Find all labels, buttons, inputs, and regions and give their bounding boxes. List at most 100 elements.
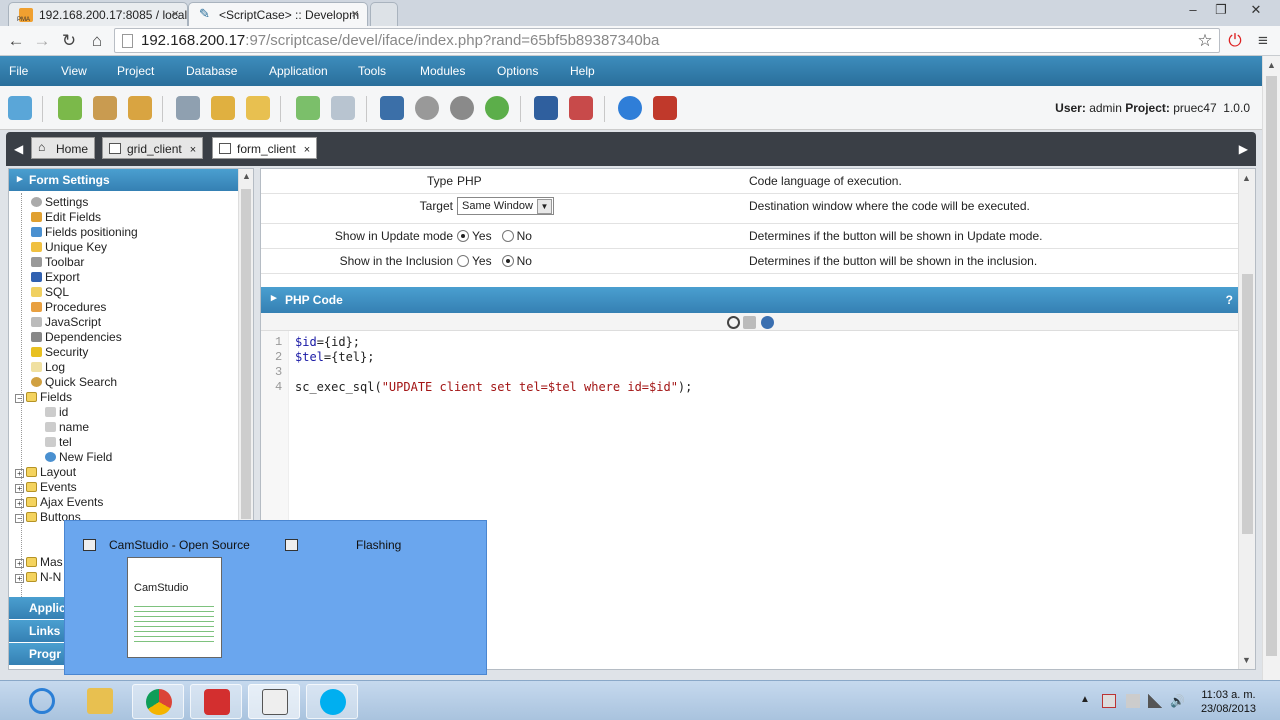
tree-item-security[interactable]: Security xyxy=(31,345,88,360)
chrome-menu-icon[interactable]: ≡ xyxy=(1252,30,1274,52)
menu-view[interactable]: View xyxy=(61,64,87,78)
php-code-header[interactable]: PHP Code ? xyxy=(261,287,1239,313)
tree-item-unique-key[interactable]: Unique Key xyxy=(31,240,107,255)
browser-tab-phpmyadmin[interactable]: PMA 192.168.200.17:8085 / local × xyxy=(8,2,188,26)
scroll-up-icon[interactable]: ▲ xyxy=(242,171,251,181)
form-settings-header[interactable]: Form Settings xyxy=(9,169,239,191)
replace-icon[interactable] xyxy=(743,316,756,329)
tabs-left-arrow-icon[interactable]: ◀ xyxy=(14,142,23,156)
network-icon[interactable] xyxy=(1148,694,1162,708)
taskbar-skype[interactable] xyxy=(306,684,358,719)
target-select[interactable]: Same Window ▼ xyxy=(457,197,554,215)
volume-icon[interactable]: 🔊 xyxy=(1170,694,1185,708)
tab-grid-client[interactable]: grid_client × xyxy=(102,137,204,159)
tree-item-events[interactable]: + Events xyxy=(15,480,77,495)
tree-item-toolbar[interactable]: Toolbar xyxy=(31,255,84,270)
help-icon[interactable] xyxy=(618,96,642,120)
taskbar-chrome[interactable] xyxy=(132,684,184,719)
close-icon[interactable]: × xyxy=(171,6,179,21)
expand-icon[interactable]: + xyxy=(15,484,24,493)
box-icon[interactable] xyxy=(128,96,152,120)
tray-expand-icon[interactable]: ▲ xyxy=(1080,694,1094,708)
bookmark-star-icon[interactable]: ☆ xyxy=(1194,30,1216,52)
taskbar-ie[interactable] xyxy=(16,684,68,719)
preview-window-camstudio[interactable]: CamStudio - Open Source xyxy=(109,538,250,552)
download-icon[interactable] xyxy=(58,96,82,120)
expand-icon[interactable]: + xyxy=(15,559,24,568)
scroll-thumb[interactable] xyxy=(1266,76,1277,656)
inclusion-no-radio[interactable] xyxy=(501,255,514,267)
tree-item-fields[interactable]: − Fields xyxy=(15,390,72,405)
tray-flag-icon[interactable] xyxy=(1102,694,1116,708)
menu-modules[interactable]: Modules xyxy=(420,64,465,78)
update-yes-radio[interactable] xyxy=(457,230,469,242)
taskbar-explorer[interactable] xyxy=(74,684,126,719)
menu-tools[interactable]: Tools xyxy=(358,64,386,78)
inclusion-yes-radio[interactable] xyxy=(457,255,469,267)
tree-item-new-field[interactable]: New Field xyxy=(45,450,112,465)
collapse-icon[interactable]: − xyxy=(15,394,24,403)
tree-item-n-n[interactable]: + N-N xyxy=(15,570,61,585)
tree-item-export[interactable]: Export xyxy=(31,270,80,285)
back-icon[interactable]: ← xyxy=(5,30,27,52)
tree-item-log[interactable]: Log xyxy=(31,360,65,375)
tree-item-sql[interactable]: SQL xyxy=(31,285,69,300)
extension-icon[interactable]: ⏻ xyxy=(1224,30,1246,52)
minimize-icon[interactable]: – xyxy=(1180,2,1206,20)
tree-item-edit-fields[interactable]: Edit Fields xyxy=(31,210,101,225)
generate-icon[interactable] xyxy=(450,96,474,120)
tree-item-ajax-events[interactable]: + Ajax Events xyxy=(15,495,103,510)
menu-application[interactable]: Application xyxy=(269,64,328,78)
system-clock[interactable]: 11:03 a. m. 23/08/2013 xyxy=(1201,688,1256,716)
menu-help[interactable]: Help xyxy=(570,64,595,78)
menu-options[interactable]: Options xyxy=(497,64,538,78)
print-icon[interactable] xyxy=(93,96,117,120)
book-icon[interactable] xyxy=(534,96,558,120)
taskbar-app-red[interactable] xyxy=(190,684,242,719)
reload-icon[interactable]: ↻ xyxy=(58,30,80,52)
help-icon[interactable]: ? xyxy=(1226,293,1233,307)
scroll-thumb[interactable] xyxy=(241,189,251,519)
tray-device-icon[interactable] xyxy=(1126,694,1140,708)
new-tab-button[interactable] xyxy=(370,2,398,26)
update-no-radio[interactable] xyxy=(501,230,514,242)
tree-item-field-id[interactable]: id xyxy=(45,405,68,420)
tree-item-dependencies[interactable]: Dependencies xyxy=(31,330,122,345)
tab-form-client[interactable]: form_client × xyxy=(212,137,318,159)
close-icon[interactable]: × xyxy=(304,144,310,156)
scroll-up-icon[interactable]: ▲ xyxy=(1267,60,1276,70)
menu-file[interactable]: File xyxy=(9,64,28,78)
new-app-icon[interactable] xyxy=(296,96,320,120)
expand-icon[interactable]: + xyxy=(15,574,24,583)
gear-icon[interactable] xyxy=(415,96,439,120)
scroll-down-icon[interactable]: ▼ xyxy=(1242,655,1251,665)
expand-icon[interactable]: + xyxy=(15,469,24,478)
search-icon[interactable] xyxy=(727,316,740,329)
home-icon[interactable]: ⌂ xyxy=(86,30,108,52)
tab-home[interactable]: ⌂ Home xyxy=(31,137,96,159)
home-tool-icon[interactable] xyxy=(8,96,32,120)
taskbar-camstudio[interactable] xyxy=(248,684,300,719)
database-add-icon[interactable] xyxy=(176,96,200,120)
preview-window-flashing[interactable]: Flashing xyxy=(356,538,401,552)
collapse-icon[interactable]: − xyxy=(15,514,24,523)
close-icon[interactable]: × xyxy=(190,144,196,156)
tree-item-layout[interactable]: + Layout xyxy=(15,465,76,480)
edit-icon[interactable] xyxy=(211,96,235,120)
tree-item-javascript[interactable]: JavaScript xyxy=(31,315,101,330)
tree-item-master[interactable]: + Mas xyxy=(15,555,63,570)
content-scrollbar[interactable]: ▲ ▼ xyxy=(1238,169,1255,669)
maximize-icon[interactable]: ❐ xyxy=(1208,2,1234,20)
database-icon[interactable] xyxy=(246,96,270,120)
page-scrollbar[interactable]: ▲ xyxy=(1262,56,1280,680)
browser-tab-scriptcase[interactable]: ✎ <ScriptCase> :: Developm × xyxy=(188,2,368,26)
url-field[interactable]: 192.168.200.17:97/scriptcase/devel/iface… xyxy=(114,28,1220,53)
expand-icon[interactable]: + xyxy=(15,499,24,508)
forward-icon[interactable]: → xyxy=(31,30,53,52)
tree-item-field-name[interactable]: name xyxy=(45,420,89,435)
scroll-thumb[interactable] xyxy=(1242,274,1253,534)
menu-database[interactable]: Database xyxy=(186,64,237,78)
tree-item-settings[interactable]: Settings xyxy=(31,195,88,210)
tree-item-fields-positioning[interactable]: Fields positioning xyxy=(31,225,138,240)
exit-icon[interactable] xyxy=(653,96,677,120)
